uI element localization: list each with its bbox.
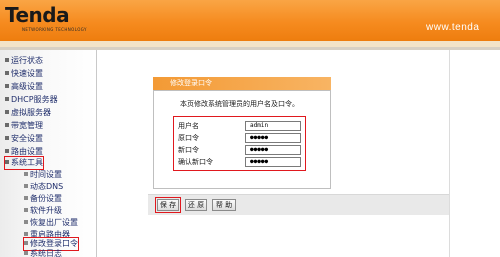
header-background bbox=[0, 0, 500, 41]
sidebar-item-label: 修改登录口令 bbox=[30, 239, 78, 248]
old-password-input[interactable]: ●●●●● bbox=[245, 133, 301, 143]
sidebar-item-label: 安全设置 bbox=[11, 134, 43, 143]
confirm-password-input[interactable]: ●●●●● bbox=[245, 157, 301, 167]
new-password-input[interactable]: ●●●●● bbox=[245, 145, 301, 155]
sidebar-item-label: 高级设置 bbox=[11, 82, 43, 91]
bullet-icon bbox=[5, 58, 9, 62]
username-label: 用户名 bbox=[178, 122, 199, 130]
panel-title-bar: 修改登录口令 bbox=[153, 77, 331, 90]
bullet-icon bbox=[5, 97, 9, 101]
sidebar-item-label: 带宽管理 bbox=[11, 121, 43, 130]
sidebar-subitem-backup[interactable]: 备份设置 bbox=[24, 193, 62, 205]
sidebar-item-system-tools[interactable]: 系统工具 bbox=[4, 156, 44, 170]
save-button[interactable]: 保 存 bbox=[155, 197, 181, 213]
bullet-icon bbox=[24, 196, 28, 200]
sidebar-item-label: 软件升级 bbox=[30, 206, 62, 215]
sidebar-item-label: DHCP服务器 bbox=[11, 95, 58, 104]
sidebar-item-label: 虚拟服务器 bbox=[11, 108, 51, 117]
bullet-icon bbox=[5, 123, 9, 127]
bullet-icon bbox=[24, 220, 28, 224]
sidebar-item-label: 路由设置 bbox=[11, 147, 43, 156]
new-password-label: 新口令 bbox=[178, 146, 199, 154]
panel-title: 修改登录口令 bbox=[170, 79, 212, 87]
bullet-icon bbox=[24, 241, 28, 245]
bullet-icon bbox=[24, 208, 28, 212]
content-right-border bbox=[449, 50, 450, 257]
sidebar-item-label: 恢复出厂设置 bbox=[30, 218, 78, 227]
sidebar-item-label: 快速设置 bbox=[11, 69, 43, 78]
sidebar-item-virtual-server[interactable]: 虚拟服务器 bbox=[5, 107, 51, 119]
sidebar-subitem-ddns[interactable]: 动态DNS bbox=[24, 181, 63, 193]
sidebar-item-label: 备份设置 bbox=[30, 194, 62, 203]
sidebar-item-quick-setup[interactable]: 快速设置 bbox=[5, 68, 43, 80]
sidebar-item-status[interactable]: 运行状态 bbox=[5, 55, 43, 67]
sidebar-subitem-upgrade[interactable]: 软件升级 bbox=[24, 205, 62, 217]
logo-tagline: NETWORKING TECHNOLOGY bbox=[22, 27, 87, 32]
bullet-icon bbox=[24, 184, 28, 188]
sidebar-subitem-time[interactable]: 时间设置 bbox=[24, 169, 62, 181]
bullet-icon bbox=[24, 172, 28, 176]
sidebar-item-dhcp[interactable]: DHCP服务器 bbox=[5, 94, 58, 106]
bullet-icon bbox=[24, 251, 28, 255]
brand-url: www.tenda bbox=[426, 22, 480, 33]
sidebar-item-label: 动态DNS bbox=[30, 182, 64, 191]
old-password-label: 原口令 bbox=[178, 134, 199, 142]
sidebar-item-security[interactable]: 安全设置 bbox=[5, 133, 43, 145]
help-button[interactable]: 帮 助 bbox=[212, 199, 236, 211]
bullet-icon bbox=[5, 84, 9, 88]
bullet-icon bbox=[5, 149, 9, 153]
confirm-password-label: 确认新口令 bbox=[178, 158, 213, 166]
bullet-icon bbox=[5, 110, 9, 114]
sidebar-item-advanced[interactable]: 高级设置 bbox=[5, 81, 43, 93]
sidebar-subitem-factory-reset[interactable]: 恢复出厂设置 bbox=[24, 217, 78, 229]
username-input[interactable]: admin bbox=[245, 121, 301, 131]
sidebar-item-label: 运行状态 bbox=[11, 56, 43, 65]
bullet-icon bbox=[5, 160, 9, 164]
header-bar: Tenda NETWORKING TECHNOLOGY www.tenda bbox=[0, 0, 500, 41]
tenda-logo: Tenda bbox=[5, 3, 70, 27]
sidebar-item-label: 系统日志 bbox=[30, 249, 62, 257]
restore-button[interactable]: 还 原 bbox=[185, 199, 207, 211]
sidebar-item-label: 系统工具 bbox=[11, 158, 43, 167]
sidebar-item-bandwidth[interactable]: 带宽管理 bbox=[5, 120, 43, 132]
sidebar-subitem-syslog[interactable]: 系统日志 bbox=[24, 248, 62, 257]
bullet-icon bbox=[5, 136, 9, 140]
panel-description: 本页修改系统管理员的用户名及口令。 bbox=[180, 100, 299, 108]
bullet-icon bbox=[5, 71, 9, 75]
bullet-icon bbox=[24, 232, 28, 236]
sidebar-item-label: 时间设置 bbox=[30, 170, 62, 179]
